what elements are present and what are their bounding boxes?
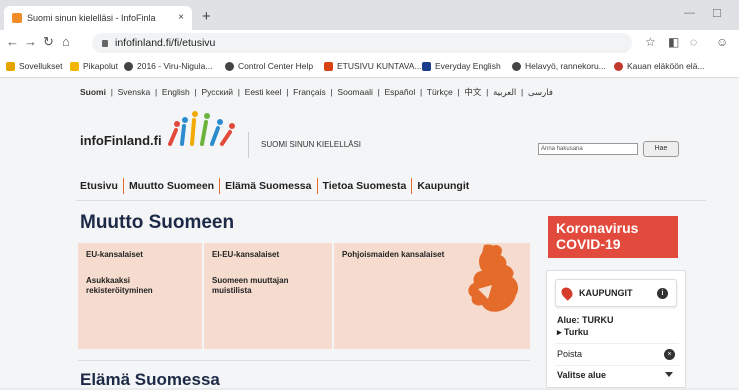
- extension-icon-2[interactable]: ◌: [690, 35, 697, 49]
- region-info: Alue: TURKU ▸ Turku: [557, 314, 614, 338]
- bookmark-item[interactable]: Everyday English: [422, 61, 501, 71]
- lang-link[interactable]: Français: [293, 87, 326, 97]
- site-icon: [324, 61, 333, 71]
- back-icon[interactable]: ←: [6, 34, 19, 49]
- nav-item-muutto[interactable]: Muutto Suomeen: [129, 180, 214, 192]
- lang-link[interactable]: 中文: [464, 87, 481, 97]
- home-icon[interactable]: ⌂: [62, 34, 70, 49]
- lang-link[interactable]: Türkçe: [427, 87, 453, 97]
- site-logo[interactable]: infoFinland.fi: [80, 133, 162, 148]
- favicon-icon: [12, 13, 22, 23]
- chevron-down-icon: [665, 372, 673, 377]
- logo-people-icon: [168, 111, 235, 146]
- divider: [76, 200, 706, 201]
- remove-icon: ×: [664, 349, 675, 360]
- divider: [78, 360, 530, 361]
- remove-region-button[interactable]: Poista ×: [555, 343, 679, 363]
- lang-link[interactable]: Español: [385, 87, 416, 97]
- nav-item-kaupungit[interactable]: Kaupungit: [417, 180, 469, 192]
- browser-toolbar: ← → ↻ ⌂ infofinland.fi/fi/etusivu ☆ ◧ ◌ …: [0, 30, 739, 56]
- cities-panel: KAUPUNGIT i Alue: TURKU ▸ Turku Poista ×…: [546, 270, 686, 388]
- bookmarks-bar: Sovellukset Pikapolut 2016 - Viru-Nigula…: [0, 56, 739, 78]
- globe-icon: [225, 61, 234, 71]
- lang-link[interactable]: فارسی: [528, 87, 553, 97]
- topic-cell[interactable]: EI-EU-kansalaiset Suomeen muuttajan muis…: [204, 243, 332, 349]
- topic-cell[interactable]: EU-kansalaiset Asukkaaksi rekisteröitymi…: [78, 243, 202, 349]
- bookmark-item[interactable]: Pikapolut: [70, 61, 118, 71]
- lang-link[interactable]: العربية: [493, 87, 516, 97]
- bookmark-item[interactable]: Control Center Help: [225, 61, 313, 71]
- topic-link-eu[interactable]: EU-kansalaiset: [86, 250, 194, 260]
- site-icon: [614, 61, 623, 71]
- info-icon[interactable]: i: [657, 288, 668, 299]
- bookmark-item[interactable]: Kauan eläköön elä...: [614, 61, 705, 71]
- section-title: Elämä Suomessa: [80, 370, 220, 389]
- browser-tab-bar: Suomi sinun kielelläsi - InfoFinla × + —…: [0, 0, 739, 30]
- extension-icon[interactable]: ◧: [668, 35, 679, 49]
- folder-icon: [70, 61, 79, 71]
- finland-map-figure-icon: [468, 244, 519, 312]
- topic-link-rekisterointi[interactable]: Asukkaaksi rekisteröityminen: [86, 276, 170, 296]
- apps-icon: [6, 61, 15, 71]
- nav-item-etusivu[interactable]: Etusivu: [80, 180, 118, 192]
- new-tab-button[interactable]: +: [202, 8, 211, 25]
- lang-link[interactable]: Soomaali: [337, 87, 372, 97]
- region-link-turku[interactable]: ▸ Turku: [557, 326, 614, 338]
- lang-link[interactable]: Suomi: [80, 87, 106, 97]
- lang-link[interactable]: English: [162, 87, 190, 97]
- profile-icon[interactable]: ☺: [716, 35, 728, 49]
- globe-icon: [124, 61, 133, 71]
- close-tab-icon[interactable]: ×: [178, 12, 184, 23]
- topic-link-muistilista[interactable]: Suomeen muuttajan muistilista: [212, 276, 308, 296]
- page-content: Suomi | Svenska | English | Русский | Ee…: [0, 78, 739, 389]
- forward-icon[interactable]: →: [24, 34, 37, 49]
- globe-icon: [512, 61, 521, 71]
- lang-link[interactable]: Svenska: [118, 87, 151, 97]
- topic-link-ei-eu[interactable]: EI-EU-kansalaiset: [212, 250, 324, 260]
- search-input[interactable]: Anna hakusana: [538, 143, 638, 155]
- select-region-dropdown[interactable]: Valitse alue: [555, 365, 679, 383]
- nav-item-tietoa[interactable]: Tietoa Suomesta: [323, 180, 407, 192]
- maximize-icon[interactable]: ☐: [712, 7, 722, 20]
- lang-link[interactable]: Русский: [201, 87, 233, 97]
- cities-header[interactable]: KAUPUNGIT i: [555, 279, 677, 307]
- bookmark-item[interactable]: ETUSIVU KUNTAVA...: [324, 61, 422, 71]
- covid-banner[interactable]: Koronavirus COVID-19: [548, 216, 678, 258]
- tab-title: Suomi sinun kielelläsi - InfoFinla: [27, 13, 156, 23]
- main-navigation: Etusivu Muutto Suomeen Elämä Suomessa Tieto…: [80, 178, 469, 194]
- cities-label: KAUPUNGIT: [579, 288, 633, 298]
- site-icon: [422, 61, 431, 71]
- site-tagline: SUOMI SINUN KIELELLÄSI: [248, 132, 361, 158]
- bookmark-item[interactable]: Helavyö, rannekoru...: [512, 61, 606, 71]
- minimize-icon[interactable]: —: [684, 7, 695, 19]
- lang-link[interactable]: Eesti keel: [245, 87, 282, 97]
- browser-tab[interactable]: Suomi sinun kielelläsi - InfoFinla ×: [4, 6, 192, 30]
- map-pin-icon: [559, 285, 575, 301]
- lock-icon: [102, 39, 108, 47]
- search-button[interactable]: Hae: [643, 141, 679, 157]
- region-label: Alue: TURKU: [557, 315, 614, 325]
- reload-icon[interactable]: ↻: [43, 34, 54, 50]
- address-bar[interactable]: infofinland.fi/fi/etusivu: [92, 33, 632, 53]
- bookmark-item[interactable]: Sovellukset: [6, 61, 62, 71]
- page-title: Muutto Suomeen: [80, 212, 235, 233]
- bookmark-item[interactable]: 2016 - Viru-Nigula...: [124, 61, 212, 71]
- star-icon[interactable]: ☆: [645, 35, 656, 49]
- nav-item-elama[interactable]: Elämä Suomessa: [225, 180, 311, 192]
- url-text: infofinland.fi/fi/etusivu: [115, 37, 216, 49]
- language-bar: Suomi | Svenska | English | Русский | Ee…: [80, 87, 553, 97]
